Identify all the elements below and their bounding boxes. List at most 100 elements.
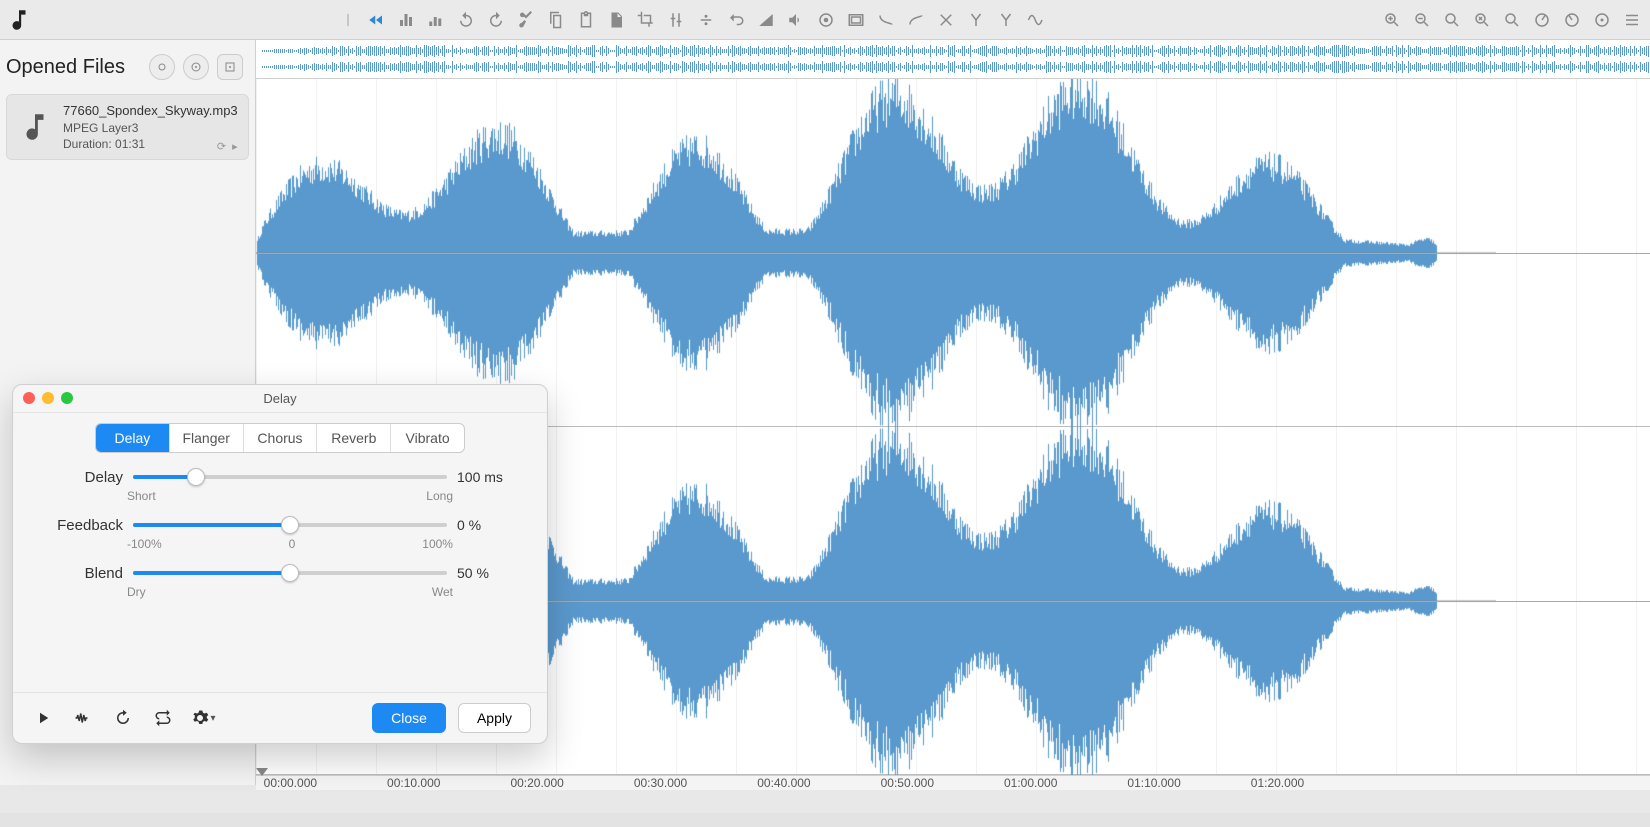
dialog-footer: ▾ Close Apply xyxy=(13,692,547,743)
tab-chorus[interactable]: Chorus xyxy=(244,424,318,452)
file-play-badge[interactable]: ⟳▸ xyxy=(217,140,238,153)
record-icon[interactable] xyxy=(149,54,175,80)
redo-icon[interactable] xyxy=(482,6,510,34)
toolbar-divider xyxy=(334,6,362,34)
crop-icon[interactable] xyxy=(632,6,660,34)
blend-right-label: Wet xyxy=(432,585,453,599)
playhead-marker[interactable] xyxy=(256,768,268,776)
preview-waveform-icon[interactable] xyxy=(69,704,97,732)
track-left[interactable] xyxy=(256,79,1650,427)
tuner1-icon[interactable] xyxy=(1528,6,1556,34)
sidebar-actions xyxy=(149,54,243,80)
list-icon[interactable] xyxy=(1618,6,1646,34)
status-bar xyxy=(0,813,1650,827)
zoom-fit-icon[interactable] xyxy=(1468,6,1496,34)
time-tick: 01:00.000 xyxy=(1004,776,1057,790)
time-tick: 00:50.000 xyxy=(881,776,934,790)
copy-icon[interactable] xyxy=(542,6,570,34)
rewind-icon[interactable] xyxy=(362,6,390,34)
app-logo xyxy=(4,5,34,35)
y-fork2-icon[interactable] xyxy=(992,6,1020,34)
undo2-icon[interactable] xyxy=(722,6,750,34)
y-fork-icon[interactable] xyxy=(962,6,990,34)
curve-down-icon[interactable] xyxy=(872,6,900,34)
tab-flanger[interactable]: Flanger xyxy=(170,424,244,452)
time-tick: 00:10.000 xyxy=(387,776,440,790)
toolbar-tools-left xyxy=(362,6,1050,34)
minimize-window-icon[interactable] xyxy=(42,392,54,404)
preview-play-icon[interactable] xyxy=(29,704,57,732)
time-tick: 00:20.000 xyxy=(510,776,563,790)
file-format: MPEG Layer3 xyxy=(63,121,238,135)
file-list-item[interactable]: 77660_Spondex_Skyway.mp3 MPEG Layer3 Dur… xyxy=(6,94,249,160)
cut-icon[interactable] xyxy=(512,6,540,34)
file-duration: Duration: 01:31 xyxy=(63,137,238,151)
zoom-in-icon[interactable] xyxy=(1378,6,1406,34)
blend-left-label: Dry xyxy=(127,585,146,599)
time-tick: 00:30.000 xyxy=(634,776,687,790)
tuner3-icon[interactable] xyxy=(1588,6,1616,34)
zoom-out2-icon[interactable] xyxy=(1438,6,1466,34)
dialog-titlebar[interactable]: Delay xyxy=(13,385,547,413)
tool-building2-icon[interactable] xyxy=(422,6,450,34)
time-ruler[interactable]: 00:00.000 00:10.000 00:20.000 00:30.000 00:4… xyxy=(256,775,1650,790)
delay-left-label: Short xyxy=(127,489,156,503)
effects-dialog: Delay Delay Flanger Chorus Reverb Vibrat… xyxy=(12,384,548,744)
equalizer-icon[interactable] xyxy=(662,6,690,34)
feedback-value: 0 % xyxy=(457,517,517,533)
close-window-icon[interactable] xyxy=(23,392,35,404)
import-icon[interactable] xyxy=(183,54,209,80)
volume-icon[interactable] xyxy=(782,6,810,34)
file-meta: 77660_Spondex_Skyway.mp3 MPEG Layer3 Dur… xyxy=(63,103,238,151)
delay-right-label: Long xyxy=(426,489,453,503)
apply-button[interactable]: Apply xyxy=(458,703,531,733)
blend-slider[interactable] xyxy=(133,563,447,583)
blend-value: 50 % xyxy=(457,565,517,581)
feedback-label: Feedback xyxy=(43,517,123,534)
maximize-window-icon[interactable] xyxy=(61,392,73,404)
sine-wave-icon[interactable] xyxy=(1022,6,1050,34)
dialog-title: Delay xyxy=(263,391,296,406)
x-cross-icon[interactable] xyxy=(932,6,960,34)
overview-waveform[interactable] xyxy=(256,40,1650,79)
add-file-icon[interactable] xyxy=(217,54,243,80)
window-controls xyxy=(23,392,73,404)
delay-slider[interactable] xyxy=(133,467,447,487)
feedback-slider[interactable] xyxy=(133,515,447,535)
tab-delay[interactable]: Delay xyxy=(96,424,170,452)
music-note-icon xyxy=(17,109,53,145)
sidebar-header: Opened Files xyxy=(0,40,255,88)
tab-reverb[interactable]: Reverb xyxy=(317,424,391,452)
delay-label: Delay xyxy=(43,469,123,486)
curve-up-icon[interactable] xyxy=(902,6,930,34)
blend-label: Blend xyxy=(43,565,123,582)
feedback-right-label: 100% xyxy=(422,537,453,551)
tuner2-icon[interactable] xyxy=(1558,6,1586,34)
feedback-left-label: -100% xyxy=(127,537,162,551)
time-tick: 00:00.000 xyxy=(264,776,317,790)
document-icon[interactable] xyxy=(602,6,630,34)
preview-repeat-icon[interactable] xyxy=(149,704,177,732)
zoom-sel-icon[interactable] xyxy=(1498,6,1526,34)
paste-icon[interactable] xyxy=(572,6,600,34)
preview-loop-icon[interactable] xyxy=(109,704,137,732)
tool-building-icon[interactable] xyxy=(392,6,420,34)
target-icon[interactable] xyxy=(812,6,840,34)
preview-settings-icon[interactable]: ▾ xyxy=(189,704,217,732)
ramp-icon[interactable] xyxy=(752,6,780,34)
divide-icon[interactable] xyxy=(692,6,720,34)
file-name: 77660_Spondex_Skyway.mp3 xyxy=(63,103,238,118)
time-tick: 01:20.000 xyxy=(1251,776,1304,790)
tab-vibrato[interactable]: Vibrato xyxy=(391,424,464,452)
feedback-mid-label: 0 xyxy=(289,537,296,551)
close-button[interactable]: Close xyxy=(372,703,446,733)
slider-group: Delay 100 ms Short Long Feedback 0 % -100… xyxy=(13,467,547,599)
delay-value: 100 ms xyxy=(457,469,517,485)
time-tick: 01:10.000 xyxy=(1127,776,1180,790)
feedback-slider-row: Feedback 0 % xyxy=(43,515,517,535)
undo-icon[interactable] xyxy=(452,6,480,34)
zoom-out-icon[interactable] xyxy=(1408,6,1436,34)
window-icon[interactable] xyxy=(842,6,870,34)
main-toolbar xyxy=(0,0,1650,40)
time-tick: 00:40.000 xyxy=(757,776,810,790)
